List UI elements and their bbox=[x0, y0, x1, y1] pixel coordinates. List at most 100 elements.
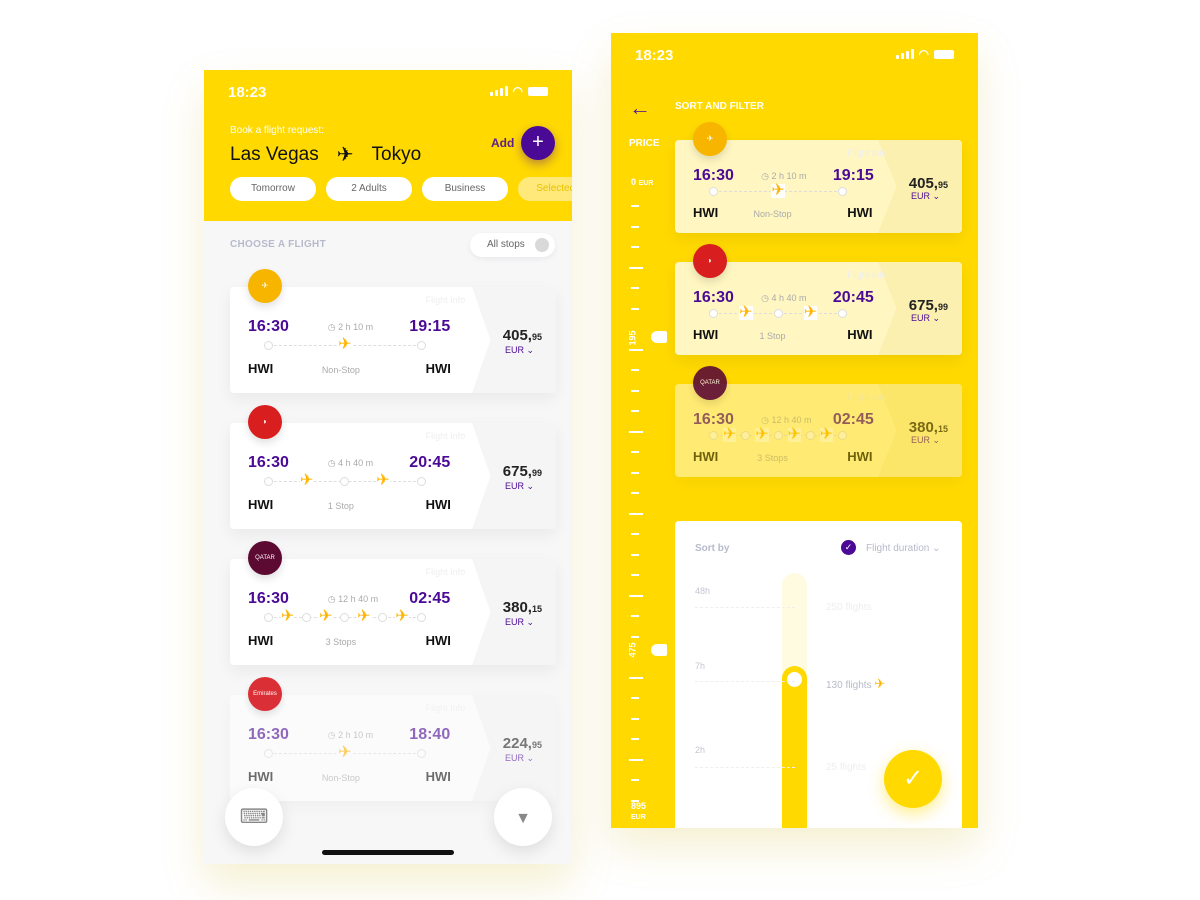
clock-icon: ◷ bbox=[761, 170, 772, 181]
filter-button[interactable]: ▼ bbox=[494, 788, 552, 846]
price-tick bbox=[629, 758, 643, 761]
flight-info-link[interactable]: Flight Info bbox=[426, 567, 466, 577]
flight-card[interactable]: Flight Info 16:30 ◷ 2 h 10 m 18:40 ✈ HWI… bbox=[230, 695, 556, 801]
back-icon[interactable]: ← bbox=[629, 95, 651, 121]
price-tick bbox=[631, 615, 639, 617]
destination-city[interactable]: Tokyo bbox=[372, 144, 422, 166]
airplane-icon: ✈ bbox=[376, 472, 390, 490]
airplane-icon: ✈ bbox=[395, 608, 409, 626]
stops-label: 3 Stops bbox=[757, 452, 788, 463]
arrival-time: 02:45 bbox=[409, 589, 451, 607]
add-button[interactable]: + bbox=[521, 126, 555, 160]
price-tick bbox=[629, 594, 643, 597]
flight-card[interactable]: Flight Info 16:30 ◷ 2 h 10 m 19:15 ✈ HWI… bbox=[230, 287, 556, 393]
origin-dot bbox=[709, 186, 718, 196]
flight-info-link[interactable]: Flight Info bbox=[426, 295, 466, 305]
currency-dropdown[interactable]: EUR ⌄ bbox=[505, 481, 534, 492]
duration-label: 48h bbox=[695, 586, 711, 596]
price-tick bbox=[629, 430, 643, 433]
departure-airport: HWI bbox=[248, 633, 274, 649]
duration-label: 7h bbox=[695, 661, 706, 671]
price-tick bbox=[631, 205, 639, 207]
flight-card[interactable]: Flight Info 16:30 ◷ 4 h 40 m 20:45 ✈ ✈ HW… bbox=[230, 423, 556, 529]
currency-dropdown[interactable]: EUR ⌄ bbox=[505, 617, 534, 628]
duration-label: 2h bbox=[695, 745, 706, 755]
price-tick bbox=[631, 410, 639, 412]
rail-low-value: 195 bbox=[627, 330, 638, 346]
arrival-airport: HWI bbox=[847, 326, 873, 342]
confirm-button[interactable]: ✓ bbox=[884, 750, 942, 808]
flight-info-link[interactable]: Flight Info bbox=[847, 392, 887, 402]
currency-dropdown[interactable]: EUR ⌄ bbox=[505, 345, 534, 356]
page-title: SORT AND FILTER bbox=[675, 101, 764, 112]
chip-passengers[interactable]: 2 Adults bbox=[326, 177, 412, 201]
duration: ◷ 2 h 10 m bbox=[327, 321, 374, 332]
price-max-handle[interactable] bbox=[651, 644, 667, 656]
duration-fill bbox=[782, 666, 807, 828]
price: 675,99 bbox=[908, 297, 948, 315]
origin-dot bbox=[264, 748, 273, 758]
airplane-icon: ✈ bbox=[338, 744, 352, 762]
flight-info-link[interactable]: Flight Info bbox=[847, 270, 887, 280]
price: 405,95 bbox=[502, 327, 542, 345]
battery-icon bbox=[528, 86, 548, 96]
departure-time: 16:30 bbox=[248, 317, 289, 335]
wifi-icon: ◠ bbox=[512, 84, 523, 98]
airplane-icon: ✈ bbox=[819, 426, 834, 444]
airplane-icon: ✈ bbox=[280, 608, 295, 626]
chip-airlines[interactable]: Selected ai bbox=[518, 177, 572, 201]
route-line: ✈ bbox=[264, 744, 426, 762]
home-indicator bbox=[322, 850, 454, 855]
airplane-icon: ✈ bbox=[318, 608, 333, 626]
route: Las Vegas ✈ Tokyo bbox=[230, 142, 421, 167]
add-label[interactable]: Add bbox=[491, 136, 514, 150]
arrival-time: 20:45 bbox=[832, 288, 874, 306]
price-tick bbox=[629, 266, 643, 269]
keyboard-button[interactable]: ⌨ bbox=[225, 788, 283, 846]
all-stops-toggle[interactable]: All stops bbox=[470, 233, 555, 257]
status-time: 18:23 bbox=[228, 84, 267, 101]
chip-class[interactable]: Business bbox=[422, 177, 508, 201]
duration: ◷ 2 h 10 m bbox=[761, 170, 807, 181]
flight-info-link[interactable]: Flight Info bbox=[847, 148, 887, 158]
route-line: ✈ bbox=[709, 183, 848, 199]
sort-dropdown[interactable]: Flight duration ⌄ bbox=[866, 543, 941, 554]
stop-dot bbox=[741, 430, 751, 440]
route-line: ✈ ✈ ✈ ✈ bbox=[709, 426, 848, 444]
currency-dropdown[interactable]: EUR ⌄ bbox=[911, 191, 940, 202]
chip-date[interactable]: Tomorrow bbox=[230, 177, 316, 201]
duration: ◷ 4 h 40 m bbox=[761, 292, 807, 303]
currency-dropdown[interactable]: EUR ⌄ bbox=[911, 313, 940, 324]
price-tick bbox=[631, 389, 639, 392]
duration: ◷ 2 h 10 m bbox=[327, 729, 374, 740]
destination-dot bbox=[416, 340, 426, 350]
duration-handle[interactable] bbox=[787, 672, 802, 687]
price-tick bbox=[631, 307, 639, 310]
currency-dropdown[interactable]: EUR ⌄ bbox=[505, 753, 534, 764]
price-tick bbox=[631, 553, 639, 556]
price-min-handle[interactable] bbox=[651, 331, 667, 343]
divider bbox=[695, 681, 795, 682]
stop-dot bbox=[416, 612, 426, 622]
price-range-slider[interactable]: 0 EUR 195 475 895 EUR bbox=[611, 163, 667, 823]
status-bar: 18:23 ◠ bbox=[204, 70, 572, 114]
toggle-knob[interactable] bbox=[535, 238, 549, 252]
currency-dropdown[interactable]: EUR ⌄ bbox=[911, 435, 940, 446]
duration: ◷ 12 h 40 m bbox=[327, 593, 379, 604]
origin-city[interactable]: Las Vegas bbox=[230, 144, 319, 166]
wifi-icon: ◠ bbox=[918, 47, 929, 61]
flight-info-link[interactable]: Flight Info bbox=[426, 703, 466, 713]
departure-airport: HWI bbox=[248, 497, 274, 513]
arrival-airport: HWI bbox=[425, 633, 451, 649]
duration: ◷ 12 h 40 m bbox=[761, 414, 812, 425]
airplane-icon: ✈ bbox=[299, 472, 314, 490]
airplane-icon: ✈ bbox=[338, 336, 352, 354]
flight-card[interactable]: Flight Info 16:30 ◷ 12 h 40 m 02:45 ✈ ✈ ✈ ✈… bbox=[230, 559, 556, 665]
status-time: 18:23 bbox=[635, 47, 674, 64]
airplane-icon: ✈ bbox=[803, 304, 818, 322]
section-title: CHOOSE A FLIGHT bbox=[230, 239, 326, 250]
clock-icon: ◷ bbox=[327, 321, 339, 332]
departure-time: 16:30 bbox=[693, 288, 734, 306]
check-icon[interactable]: ✓ bbox=[841, 540, 856, 555]
flight-info-link[interactable]: Flight Info bbox=[426, 431, 466, 441]
